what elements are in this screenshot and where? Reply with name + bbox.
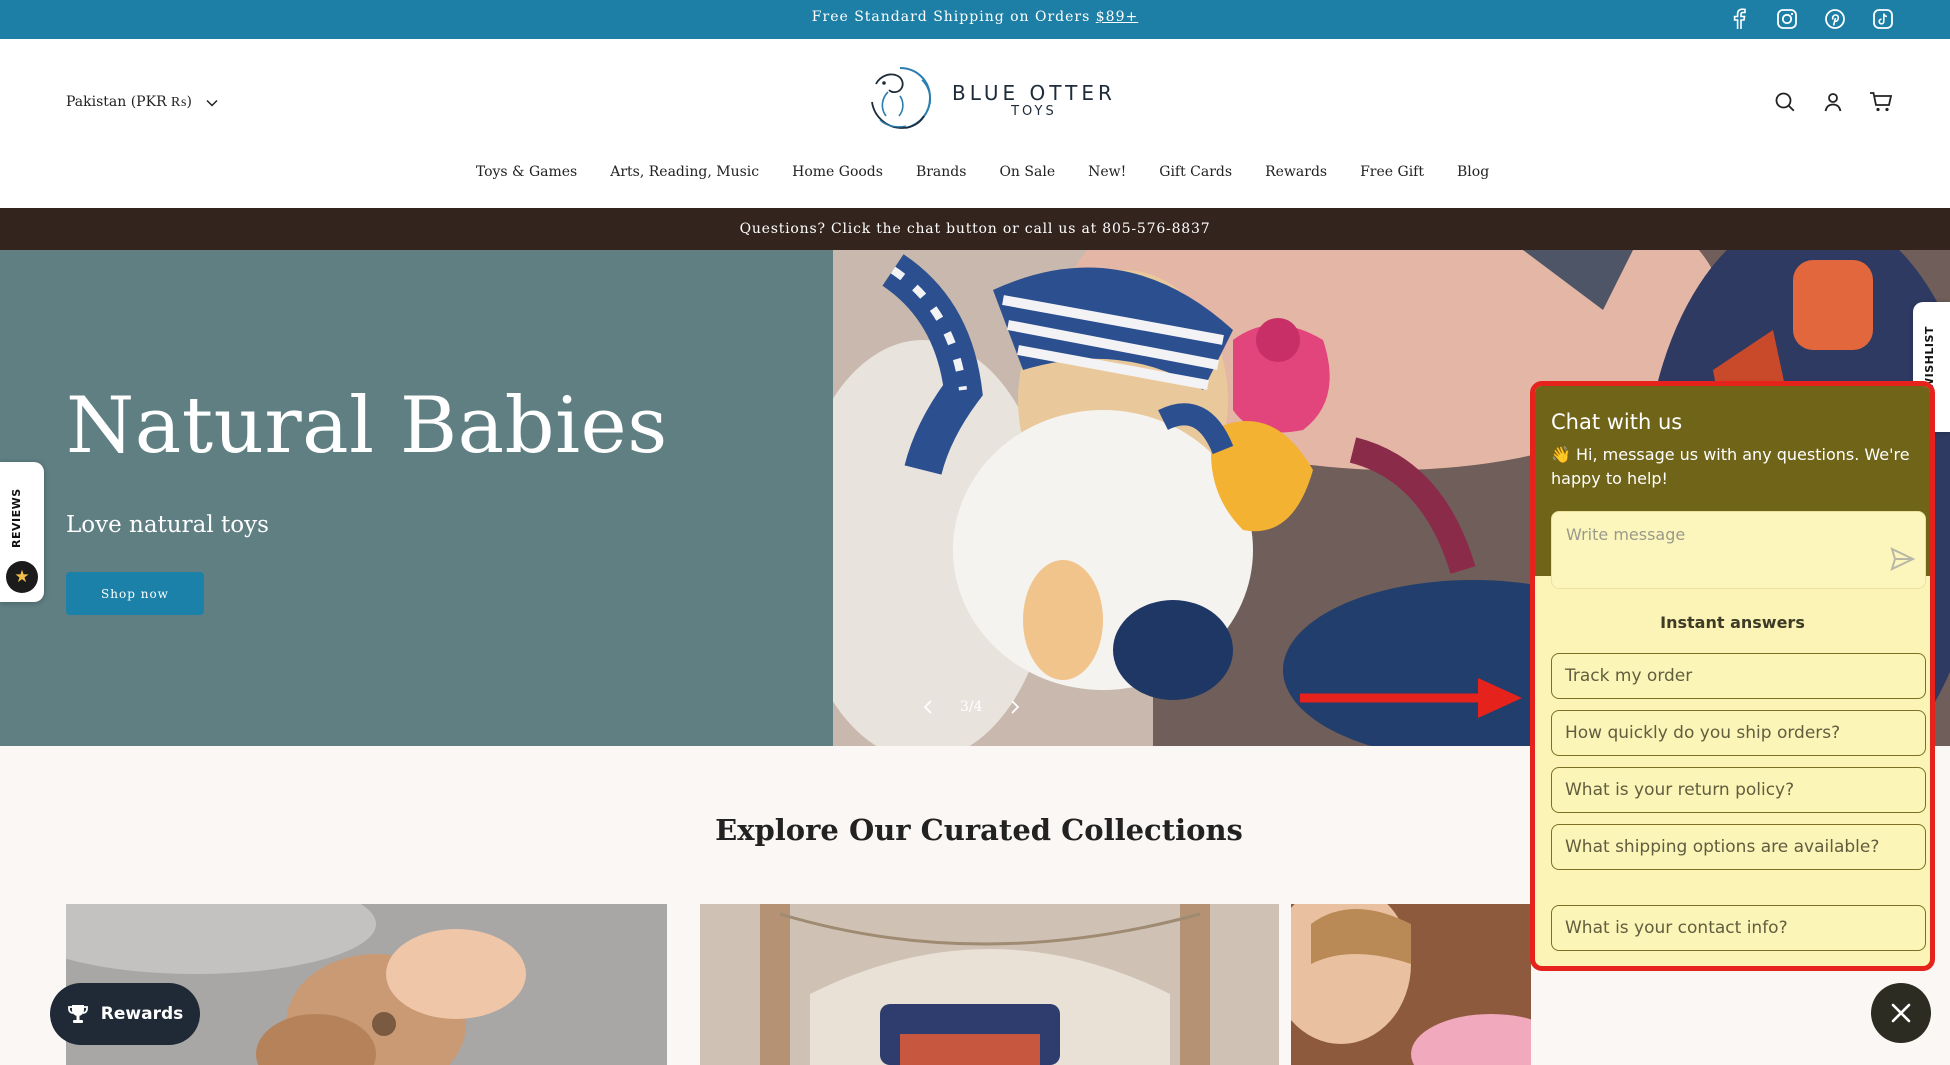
nav-item-new[interactable]: New! — [1088, 164, 1126, 180]
reviews-tab-label: REVIEWS — [10, 488, 23, 548]
slide-counter: 3/4 — [960, 699, 983, 715]
social-links — [1726, 6, 1896, 32]
star-icon: ★ — [6, 561, 38, 593]
instagram-icon[interactable] — [1774, 6, 1800, 32]
otter-logo-icon — [871, 67, 932, 129]
contact-notice-bar: Questions? Click the chat button or call… — [0, 208, 1950, 250]
pinterest-icon[interactable] — [1822, 6, 1848, 32]
trophy-icon — [67, 1005, 88, 1023]
hero-text-panel: Natural Babies Love natural toys Shop no… — [0, 250, 833, 746]
slideshow-controls: 3/4 — [922, 699, 1021, 715]
tiktok-icon[interactable] — [1870, 6, 1896, 32]
nav-item-rewards[interactable]: Rewards — [1265, 164, 1327, 180]
account-icon[interactable] — [1820, 89, 1846, 115]
chat-input-placeholder: Write message — [1566, 525, 1686, 544]
answer-contact-info[interactable]: What is your contact info? — [1551, 905, 1926, 951]
answer-track-order[interactable]: Track my order — [1551, 653, 1926, 699]
site-logo[interactable]: BLUE OTTER TOYS — [862, 62, 1116, 138]
instant-answers-heading: Instant answers — [1660, 613, 1805, 632]
nav-item-free-gift[interactable]: Free Gift — [1360, 164, 1424, 180]
rewards-button[interactable]: Rewards — [50, 983, 200, 1045]
rewards-button-label: Rewards — [100, 1004, 184, 1024]
logo-brand-sub: TOYS — [1011, 103, 1057, 119]
send-icon[interactable] — [1889, 546, 1915, 572]
answer-return-policy[interactable]: What is your return policy? — [1551, 767, 1926, 813]
chat-subtitle: 👋 Hi, message us with any questions. We'… — [1551, 445, 1910, 488]
nav-item-gift-cards[interactable]: Gift Cards — [1159, 164, 1232, 180]
hero-subtitle: Love natural toys — [66, 512, 269, 538]
red-arrow-annotation — [1300, 678, 1522, 718]
main-nav: Toys & Games Arts, Reading, Music Home G… — [0, 164, 1950, 180]
announcement-bar: Free Standard Shipping on Orders $89+ — [0, 0, 1950, 39]
header-actions — [1772, 89, 1894, 115]
nav-item-toys-games[interactable]: Toys & Games — [476, 164, 577, 180]
reviews-tab[interactable]: REVIEWS ★ — [0, 462, 44, 602]
collection-card-crafts[interactable] — [1291, 904, 1531, 1065]
answer-shipping-options[interactable]: What shipping options are available? — [1551, 824, 1926, 870]
nav-item-blog[interactable]: Blog — [1457, 164, 1489, 180]
announcement-label: Free Standard Shipping on Orders — [811, 9, 1096, 25]
hero-title: Natural Babies — [66, 381, 668, 471]
announcement-text: Free Standard Shipping on Orders $89+ — [0, 9, 1950, 25]
chevron-down-icon — [206, 99, 218, 107]
chat-message-input[interactable]: Write message — [1551, 511, 1926, 589]
chevron-left-icon[interactable] — [922, 699, 934, 715]
search-icon[interactable] — [1772, 89, 1798, 115]
chat-title: Chat with us — [1551, 410, 1683, 434]
nav-item-on-sale[interactable]: On Sale — [999, 164, 1055, 180]
shop-now-button[interactable]: Shop now — [66, 572, 204, 615]
chat-close-button[interactable] — [1871, 983, 1931, 1043]
facebook-icon[interactable] — [1726, 6, 1752, 32]
answer-ship-speed[interactable]: How quickly do you ship orders? — [1551, 710, 1926, 756]
close-icon — [1891, 1003, 1911, 1023]
country-selector-label: Pakistan (PKR ₨) — [66, 94, 192, 110]
nav-item-home-goods[interactable]: Home Goods — [792, 164, 883, 180]
cart-icon[interactable] — [1868, 89, 1894, 115]
chevron-right-icon[interactable] — [1009, 699, 1021, 715]
nav-item-arts-reading-music[interactable]: Arts, Reading, Music — [610, 164, 759, 180]
collection-card-nature-table[interactable] — [700, 904, 1279, 1065]
country-selector[interactable]: Pakistan (PKR ₨) — [66, 94, 218, 111]
logo-brand-name: BLUE OTTER — [952, 80, 1116, 105]
shipping-threshold-link[interactable]: $89+ — [1096, 9, 1138, 25]
logo-wordmark: BLUE OTTER TOYS — [952, 82, 1116, 119]
nav-item-brands[interactable]: Brands — [916, 164, 967, 180]
chat-widget: Chat with us 👋 Hi, message us with any q… — [1530, 381, 1935, 971]
